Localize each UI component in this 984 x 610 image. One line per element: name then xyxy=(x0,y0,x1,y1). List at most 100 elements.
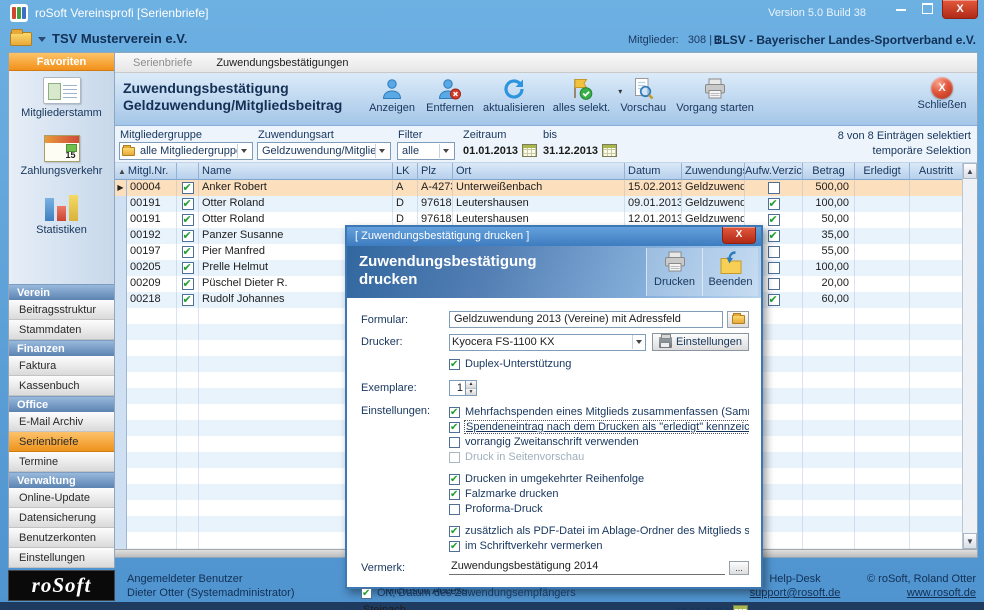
bis-field[interactable]: 31.12.2013 xyxy=(543,144,617,157)
toolbar-button-aktualisieren[interactable]: aktualisieren xyxy=(479,77,549,114)
sidebar-fav-mitgliederstamm[interactable]: Mitgliederstamm xyxy=(9,71,114,129)
maximize-button[interactable] xyxy=(917,0,937,15)
aufw-verzicht-checkbox[interactable] xyxy=(768,214,780,226)
drucker-select[interactable]: Kyocera FS-1100 KX xyxy=(449,334,646,351)
scroll-up-icon[interactable]: ▲ xyxy=(963,163,977,179)
row-select-checkbox[interactable] xyxy=(182,262,194,274)
website-link[interactable]: www.rosoft.de xyxy=(867,586,976,600)
sidebar-fav-statistiken[interactable]: Statistiken xyxy=(9,187,114,245)
aufw-verzicht-checkbox[interactable] xyxy=(768,262,780,274)
drucker-einstellungen-button[interactable]: Einstellungen xyxy=(652,333,749,351)
dialog-option-8[interactable]: im Schriftverkehr vermerken xyxy=(449,539,749,553)
column-header-datum[interactable]: Datum xyxy=(625,163,682,180)
ort-datum-option[interactable]: Ort, Datum des Zuwendungsempfängers xyxy=(361,586,576,600)
toolbar-button-alles-selekt[interactable]: alles selekt.▾ xyxy=(549,77,614,114)
toolbar-button-vorschau[interactable]: Vorschau xyxy=(614,77,672,114)
column-header-ort[interactable]: Ort xyxy=(453,163,625,180)
aufw-verzicht-checkbox[interactable] xyxy=(768,230,780,242)
dialog-option-1[interactable]: Spendeneintrag nach dem Drucken als "erl… xyxy=(449,420,749,434)
minimize-button[interactable] xyxy=(890,0,912,15)
org-dropdown-caret-icon[interactable] xyxy=(38,37,46,42)
table-row[interactable]: ▶00004Anker RobertAA-4273Unterweißenbach… xyxy=(115,180,962,196)
cell-erledigt xyxy=(855,228,910,244)
aufw-verzicht-checkbox[interactable] xyxy=(768,198,780,210)
sidebar-item-faktura[interactable]: Faktura xyxy=(9,356,114,376)
row-marker xyxy=(115,404,127,420)
aufw-verzicht-checkbox[interactable] xyxy=(768,278,780,290)
checkbox-icon xyxy=(449,504,460,515)
duplex-option[interactable]: Duplex-Unterstützung xyxy=(449,357,571,371)
row-select-checkbox[interactable] xyxy=(182,278,194,290)
sidebar-item-kassenbuch[interactable]: Kassenbuch xyxy=(9,376,114,396)
sidebar-item-beitragsstruktur[interactable]: Beitragsstruktur xyxy=(9,300,114,320)
cell-austritt xyxy=(910,212,962,228)
sidebar-item-datensicherung[interactable]: Datensicherung xyxy=(9,508,114,528)
sidebar-item-e-mail-archiv[interactable]: E-Mail Archiv xyxy=(9,412,114,432)
drucken-button[interactable]: Drucken xyxy=(646,248,702,296)
dialog-option-6[interactable]: Proforma-Druck xyxy=(449,502,749,516)
filter-select[interactable]: alle xyxy=(397,142,455,160)
tab-serienbriefe[interactable]: Serienbriefe xyxy=(123,57,202,69)
row-select-checkbox[interactable] xyxy=(182,230,194,242)
zeitraum-field[interactable]: 01.01.2013 xyxy=(463,144,537,157)
spin-down-icon[interactable]: ▼ xyxy=(466,388,476,396)
dialog-titlebar[interactable]: [ Zuwendungsbestätigung drucken ] xyxy=(347,227,761,246)
vermerk-input[interactable]: Zuwendungsbestätigung 2014 xyxy=(449,560,725,575)
sidebar-item-einstellungen[interactable]: Einstellungen xyxy=(9,548,114,568)
scroll-down-icon[interactable]: ▼ xyxy=(963,533,977,549)
tab-zuwendungsbest-tigungen[interactable]: Zuwendungsbestätigungen xyxy=(206,57,358,69)
vermerk-browse-button[interactable]: ... xyxy=(729,561,749,575)
dialog-option-5[interactable]: Falzmarke drucken xyxy=(449,487,749,501)
aufw-verzicht-checkbox[interactable] xyxy=(768,246,780,258)
column-header-austritt[interactable]: Austritt xyxy=(910,163,963,180)
aufw-verzicht-checkbox[interactable] xyxy=(768,294,780,306)
row-select-checkbox[interactable] xyxy=(182,182,194,194)
schliessen-button[interactable]: X Schließen xyxy=(907,73,977,125)
row-select-checkbox[interactable] xyxy=(182,214,194,226)
calendar-icon[interactable] xyxy=(733,605,748,610)
formular-browse-button[interactable] xyxy=(727,311,749,328)
toolbar-button-entfernen[interactable]: Entfernen xyxy=(421,77,479,114)
datum-field[interactable]: 30.11.2014 xyxy=(675,606,729,610)
column-header-plz[interactable]: Plz xyxy=(418,163,453,180)
row-select-checkbox[interactable] xyxy=(182,246,194,258)
sidebar-item-stammdaten[interactable]: Stammdaten xyxy=(9,320,114,340)
close-window-button[interactable]: X xyxy=(942,0,978,19)
table-row[interactable]: 00191Otter RolandD97618Leutershausen09.0… xyxy=(115,196,962,212)
beenden-button[interactable]: Beenden xyxy=(702,248,758,296)
toolbar-button-vorgang-starten[interactable]: Vorgang starten xyxy=(672,77,758,114)
column-header-mitgl-nr[interactable]: ▲Mitgl.Nr. xyxy=(115,163,177,180)
dialog-option-0[interactable]: Mehrfachspenden eines Mitglieds zusammen… xyxy=(449,405,749,419)
aufw-verzicht-checkbox[interactable] xyxy=(768,182,780,194)
ort-input[interactable]: Steinach xyxy=(361,604,653,610)
dialog-option-3[interactable]: Druck in Seitenvorschau xyxy=(449,450,749,464)
column-header-aufw-verzicht[interactable]: Aufw.Verzicht xyxy=(745,163,803,180)
zuwendungsart-select[interactable]: Geldzuwendung/Mitgliedsbeitrag xyxy=(257,142,391,160)
org-folder-icon[interactable] xyxy=(10,32,32,46)
sidebar-item-benutzerkonten[interactable]: Benutzerkonten xyxy=(9,528,114,548)
formular-input[interactable]: Geldzuwendung 2013 (Vereine) mit Adressf… xyxy=(449,311,723,328)
dialog-option-4[interactable]: Drucken in umgekehrter Reihenfolge xyxy=(449,472,749,486)
dialog-option-7[interactable]: zusätzlich als PDF-Datei im Ablage-Ordne… xyxy=(449,524,749,538)
column-header-checkbox[interactable] xyxy=(177,163,199,180)
vertical-scrollbar[interactable]: ▲ ▼ xyxy=(962,163,977,549)
sidebar-item-termine[interactable]: Termine xyxy=(9,452,114,472)
sidebar-item-online-update[interactable]: Online-Update xyxy=(9,488,114,508)
row-select-checkbox[interactable] xyxy=(182,198,194,210)
column-header-name[interactable]: Name xyxy=(199,163,393,180)
exemplare-stepper[interactable]: 1 ▲▼ xyxy=(449,380,477,396)
row-select-checkbox[interactable] xyxy=(182,294,194,306)
toolbar-button-anzeigen[interactable]: Anzeigen xyxy=(363,77,421,114)
column-header-zuwendungsart[interactable]: Zuwendungsart xyxy=(682,163,745,180)
column-header-erledigt[interactable]: Erledigt xyxy=(855,163,910,180)
sidebar-item-serienbriefe[interactable]: Serienbriefe xyxy=(9,432,114,452)
column-header-lk[interactable]: LK xyxy=(393,163,418,180)
dialog-close-button[interactable]: X xyxy=(722,227,756,244)
mitgliedergruppe-select[interactable]: alle Mitgliedergruppen xyxy=(119,142,253,160)
person-icon xyxy=(367,77,417,102)
sidebar-fav-zahlungsverkehr[interactable]: 15Zahlungsverkehr xyxy=(9,129,114,187)
column-header-betrag[interactable]: Betrag xyxy=(803,163,855,180)
dialog-option-2[interactable]: vorrangig Zweitanschrift verwenden xyxy=(449,435,749,449)
calendar-icon[interactable] xyxy=(602,144,617,157)
calendar-icon[interactable] xyxy=(522,144,537,157)
